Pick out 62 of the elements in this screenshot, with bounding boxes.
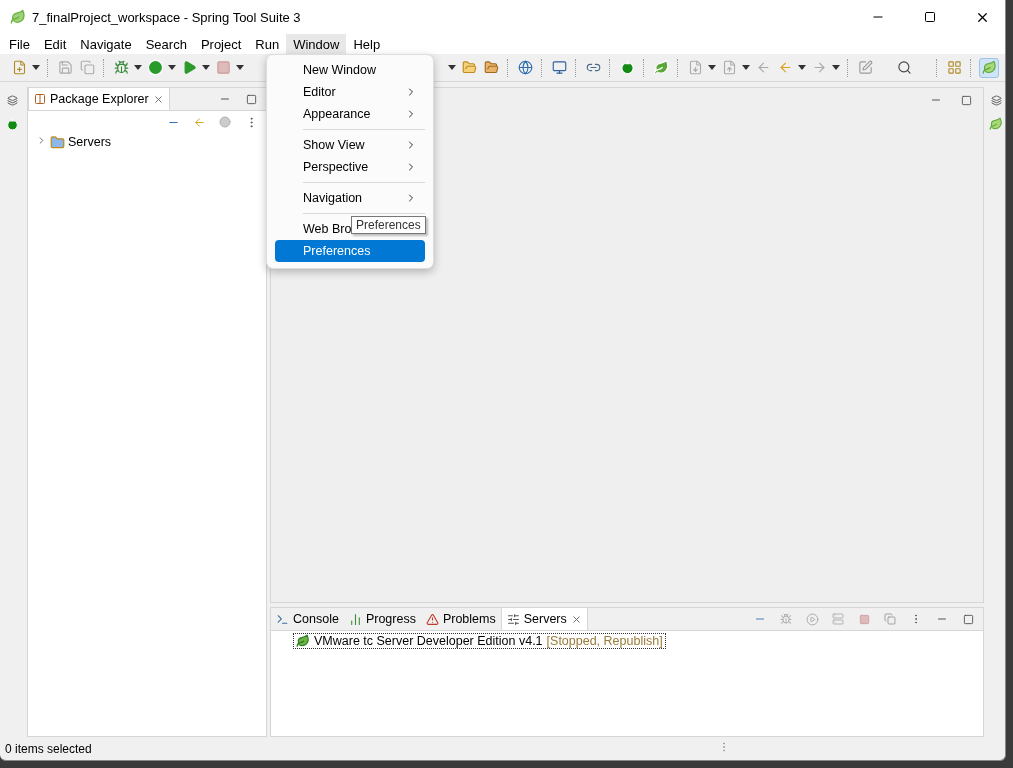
menu-item[interactable]: Project bbox=[193, 34, 249, 54]
leaf-logo-icon bbox=[10, 9, 26, 25]
menu-entry[interactable]: Navigation bbox=[275, 187, 425, 209]
progress-icon bbox=[348, 612, 362, 626]
caret-icon[interactable] bbox=[236, 65, 244, 70]
caret-icon[interactable] bbox=[168, 65, 176, 70]
server-icon bbox=[296, 634, 310, 648]
bug-icon[interactable] bbox=[112, 58, 130, 77]
monitor-icon[interactable] bbox=[550, 58, 568, 77]
view-tab[interactable]: Servers bbox=[500, 608, 588, 630]
window-title: 7_finalProject_workspace - Spring Tool Suite 3 bbox=[32, 9, 302, 25]
status-text: 0 items selected bbox=[5, 741, 92, 756]
maximize-icon bbox=[924, 11, 936, 23]
tree-item[interactable]: Servers bbox=[68, 135, 112, 149]
servers-icon bbox=[506, 612, 520, 626]
save-icon[interactable] bbox=[56, 58, 74, 77]
folder-icon bbox=[50, 134, 65, 150]
menu-item[interactable]: Search bbox=[138, 34, 194, 54]
close-icon[interactable] bbox=[570, 613, 582, 625]
caret-icon[interactable] bbox=[742, 65, 750, 70]
menu-entry[interactable]: Appearance bbox=[275, 103, 425, 125]
menu-item[interactable]: Edit bbox=[36, 34, 74, 54]
problems-icon bbox=[425, 612, 439, 626]
publish-icon[interactable] bbox=[881, 610, 899, 628]
leaf-icon[interactable] bbox=[987, 115, 1005, 133]
menu-entry[interactable]: Show View bbox=[275, 134, 425, 156]
view-tab[interactable]: Problems bbox=[420, 608, 501, 630]
package-explorer-tab[interactable]: Package Explorer bbox=[28, 88, 170, 110]
menu-entry[interactable]: Perspective bbox=[275, 156, 425, 178]
close-icon[interactable] bbox=[152, 93, 164, 105]
view-tab[interactable]: Progress bbox=[343, 608, 421, 630]
open-perspective-icon[interactable] bbox=[945, 58, 963, 77]
caret-icon[interactable] bbox=[202, 65, 210, 70]
caret-icon[interactable] bbox=[708, 65, 716, 70]
start-icon[interactable] bbox=[803, 610, 821, 628]
menu-item[interactable]: Run bbox=[248, 34, 287, 54]
server-name: VMware tc Server Developer Edition v4.1 bbox=[314, 634, 543, 648]
view-tab[interactable]: Console bbox=[271, 608, 344, 630]
edit-icon[interactable] bbox=[856, 58, 874, 77]
console-icon bbox=[276, 612, 289, 626]
leaf-perspective-icon[interactable] bbox=[979, 57, 999, 78]
search-icon[interactable] bbox=[895, 58, 913, 77]
menu-entry[interactable]: Web Bro Preferences bbox=[275, 218, 425, 240]
tooltip: Preferences bbox=[351, 216, 426, 234]
caret-icon[interactable] bbox=[798, 65, 806, 70]
leaf-icon[interactable] bbox=[652, 58, 670, 77]
menu-item[interactable]: Help bbox=[346, 34, 388, 54]
menu-item[interactable]: File bbox=[2, 34, 37, 54]
menu-entry[interactable]: Editor bbox=[275, 81, 425, 103]
caret-icon[interactable] bbox=[448, 65, 456, 70]
menu-item[interactable]: Navigate bbox=[73, 34, 139, 54]
globe-icon[interactable] bbox=[516, 58, 534, 77]
caret-icon[interactable] bbox=[32, 65, 40, 70]
server-status: [Stopped, Republish] bbox=[546, 634, 663, 648]
package-icon bbox=[34, 93, 46, 105]
caret-icon[interactable] bbox=[134, 65, 142, 70]
save-all-icon[interactable] bbox=[78, 58, 96, 77]
caret-icon[interactable] bbox=[832, 65, 840, 70]
menu-entry[interactable]: New Window bbox=[275, 59, 425, 81]
menu-item[interactable]: Window bbox=[286, 34, 347, 54]
server-row[interactable]: VMware tc Server Developer Edition v4.1 [Stopped, Republish] bbox=[293, 633, 666, 649]
menu-entry[interactable]: Preferences bbox=[275, 240, 425, 262]
